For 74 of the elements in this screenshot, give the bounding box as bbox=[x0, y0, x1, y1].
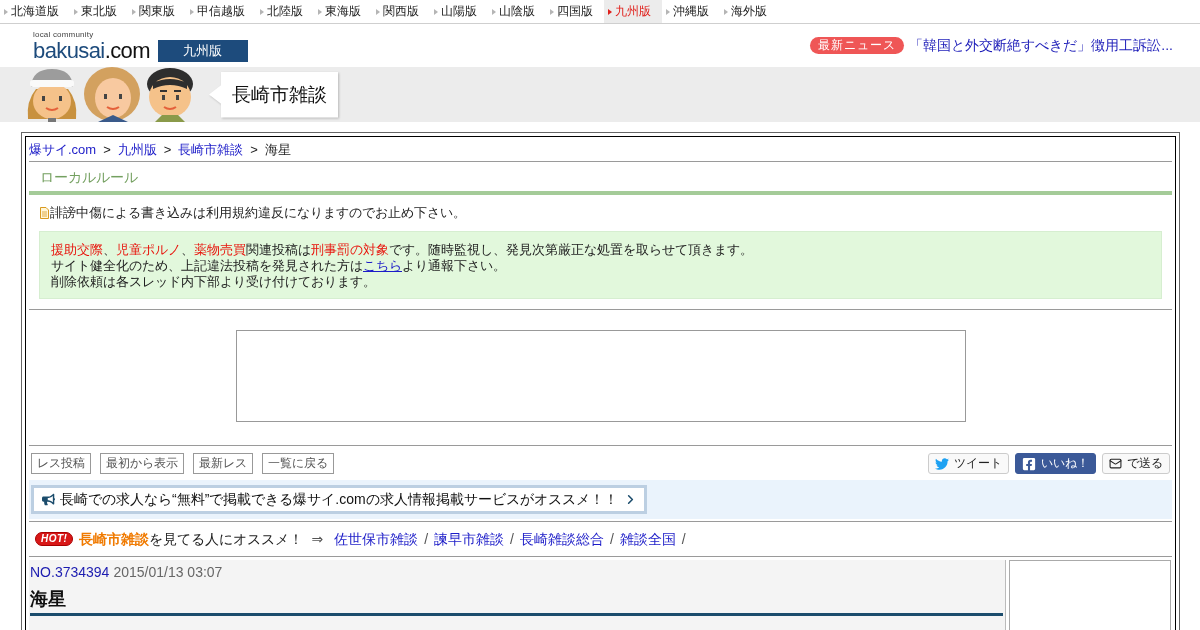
breadcrumb-separator: > bbox=[250, 142, 258, 158]
arrow-text: ⇒ bbox=[311, 530, 324, 548]
cartoon-character-drawing bbox=[84, 67, 140, 122]
warning-text: 削除依頼は各スレッド内下部より受け付けております。 bbox=[51, 274, 377, 290]
board-link[interactable]: 諫早市雑談 bbox=[434, 530, 505, 548]
notice-text: 誹謗中傷による書き込みは利用規約違反になりますのでお止め下さい。 bbox=[50, 205, 466, 221]
logo-tagline: local community bbox=[33, 31, 94, 39]
region-tab[interactable]: 甲信越版 bbox=[186, 0, 256, 23]
region-tab[interactable]: 東海版 bbox=[314, 0, 372, 23]
news-headline-link[interactable]: 「韓国と外交断絶すべきだ」徴用工訴訟... bbox=[909, 36, 1173, 55]
triangle-icon bbox=[666, 8, 670, 15]
post-title: 海星 bbox=[30, 588, 67, 610]
region-tab[interactable]: 東北版 bbox=[70, 0, 128, 23]
triangle-icon bbox=[724, 8, 728, 15]
thread-button[interactable]: レス投稿 bbox=[31, 453, 91, 474]
region-tab[interactable]: 関東版 bbox=[128, 0, 186, 23]
board-link[interactable]: 佐世保市雑談 bbox=[334, 530, 419, 548]
triangle-icon bbox=[608, 8, 612, 15]
region-tab[interactable]: 山陽版 bbox=[430, 0, 488, 23]
triangle-icon bbox=[74, 8, 78, 15]
breadcrumb-link[interactable]: 長崎市雑談 bbox=[178, 142, 244, 158]
cartoon-character-drawing bbox=[147, 68, 193, 122]
region-tab[interactable]: 北陸版 bbox=[256, 0, 314, 23]
triangle-icon bbox=[434, 8, 438, 15]
triangle-icon bbox=[4, 8, 8, 15]
region-tab[interactable]: 関西版 bbox=[372, 0, 430, 23]
envelope-icon bbox=[1109, 457, 1122, 470]
report-link[interactable]: こちら bbox=[363, 258, 402, 273]
region-badge: 九州版 bbox=[157, 40, 248, 62]
post-number-link[interactable]: NO.3734394 bbox=[30, 564, 110, 581]
hot-badge: HOT! bbox=[35, 532, 74, 546]
warning-text: サイト健全化のため、上記違法投稿を発見された方はこちら より通報下さい。 bbox=[51, 258, 507, 274]
triangle-icon bbox=[550, 8, 554, 15]
post-date: 2015/01/13 03:07 bbox=[113, 564, 223, 581]
region-tab[interactable]: 海外版 bbox=[720, 0, 778, 23]
breadcrumb-link[interactable]: 九州版 bbox=[117, 142, 157, 158]
separator-text: / bbox=[609, 530, 614, 548]
cartoon-character-drawing bbox=[27, 69, 77, 122]
document-icon bbox=[40, 207, 49, 219]
separator-text: / bbox=[424, 530, 429, 548]
share-button[interactable]: で送る bbox=[1102, 453, 1170, 474]
separator-text: / bbox=[510, 530, 514, 548]
triangle-icon bbox=[376, 8, 380, 15]
thread-button[interactable]: 最初から表示 bbox=[100, 453, 184, 474]
region-tab[interactable]: 沖縄版 bbox=[662, 0, 720, 23]
share-button[interactable]: いいね！ bbox=[1015, 453, 1096, 474]
breadcrumb-separator: > bbox=[103, 142, 111, 158]
bird-icon bbox=[935, 456, 949, 471]
megaphone-icon bbox=[42, 493, 55, 506]
logo-wordmark[interactable]: bakusai.com bbox=[33, 40, 150, 62]
region-tab[interactable]: 山陰版 bbox=[488, 0, 546, 23]
news-badge: 最新ニュース bbox=[810, 37, 905, 54]
triangle-icon bbox=[492, 8, 496, 15]
breadcrumb-link[interactable]: 爆サイ.com bbox=[29, 142, 97, 158]
thread-button[interactable]: 一覧に戻る bbox=[262, 453, 334, 474]
thread-button[interactable]: 最新レス bbox=[193, 453, 253, 474]
breadcrumb-separator: > bbox=[163, 142, 172, 158]
region-tab[interactable]: 北海道版 bbox=[0, 0, 70, 23]
local-rules-heading: ローカルルール bbox=[39, 168, 139, 187]
warning-text: 援助交際、児童ポルノ、薬物売買関連投稿は刑事罰の対象です。随時監視し、発見次第厳正な処置を取らせて頂きます。 bbox=[51, 242, 754, 258]
breadcrumb-current: 海星 bbox=[264, 142, 291, 158]
job-banner-link[interactable]: 長崎での求人なら“無料”で掲載できる爆サイ.comの求人情報掲載サービスがオススメ！！ bbox=[31, 485, 647, 514]
board-title-bubble: 長崎市雑談 bbox=[209, 71, 338, 118]
separator-text: / bbox=[681, 530, 686, 548]
region-tab[interactable]: 四国版 bbox=[546, 0, 604, 23]
board-link[interactable]: 雑談全国 bbox=[619, 530, 676, 548]
recommend-text: 長崎市雑談を見てる人にオススメ！ bbox=[79, 530, 304, 548]
share-button[interactable]: ツイート bbox=[928, 453, 1009, 474]
triangle-icon bbox=[190, 8, 194, 15]
triangle-icon bbox=[132, 8, 136, 15]
board-link[interactable]: 長崎雑談総合 bbox=[519, 530, 604, 548]
region-tab[interactable]: 九州版 bbox=[604, 0, 662, 23]
triangle-icon bbox=[260, 8, 264, 15]
triangle-icon bbox=[318, 8, 322, 15]
